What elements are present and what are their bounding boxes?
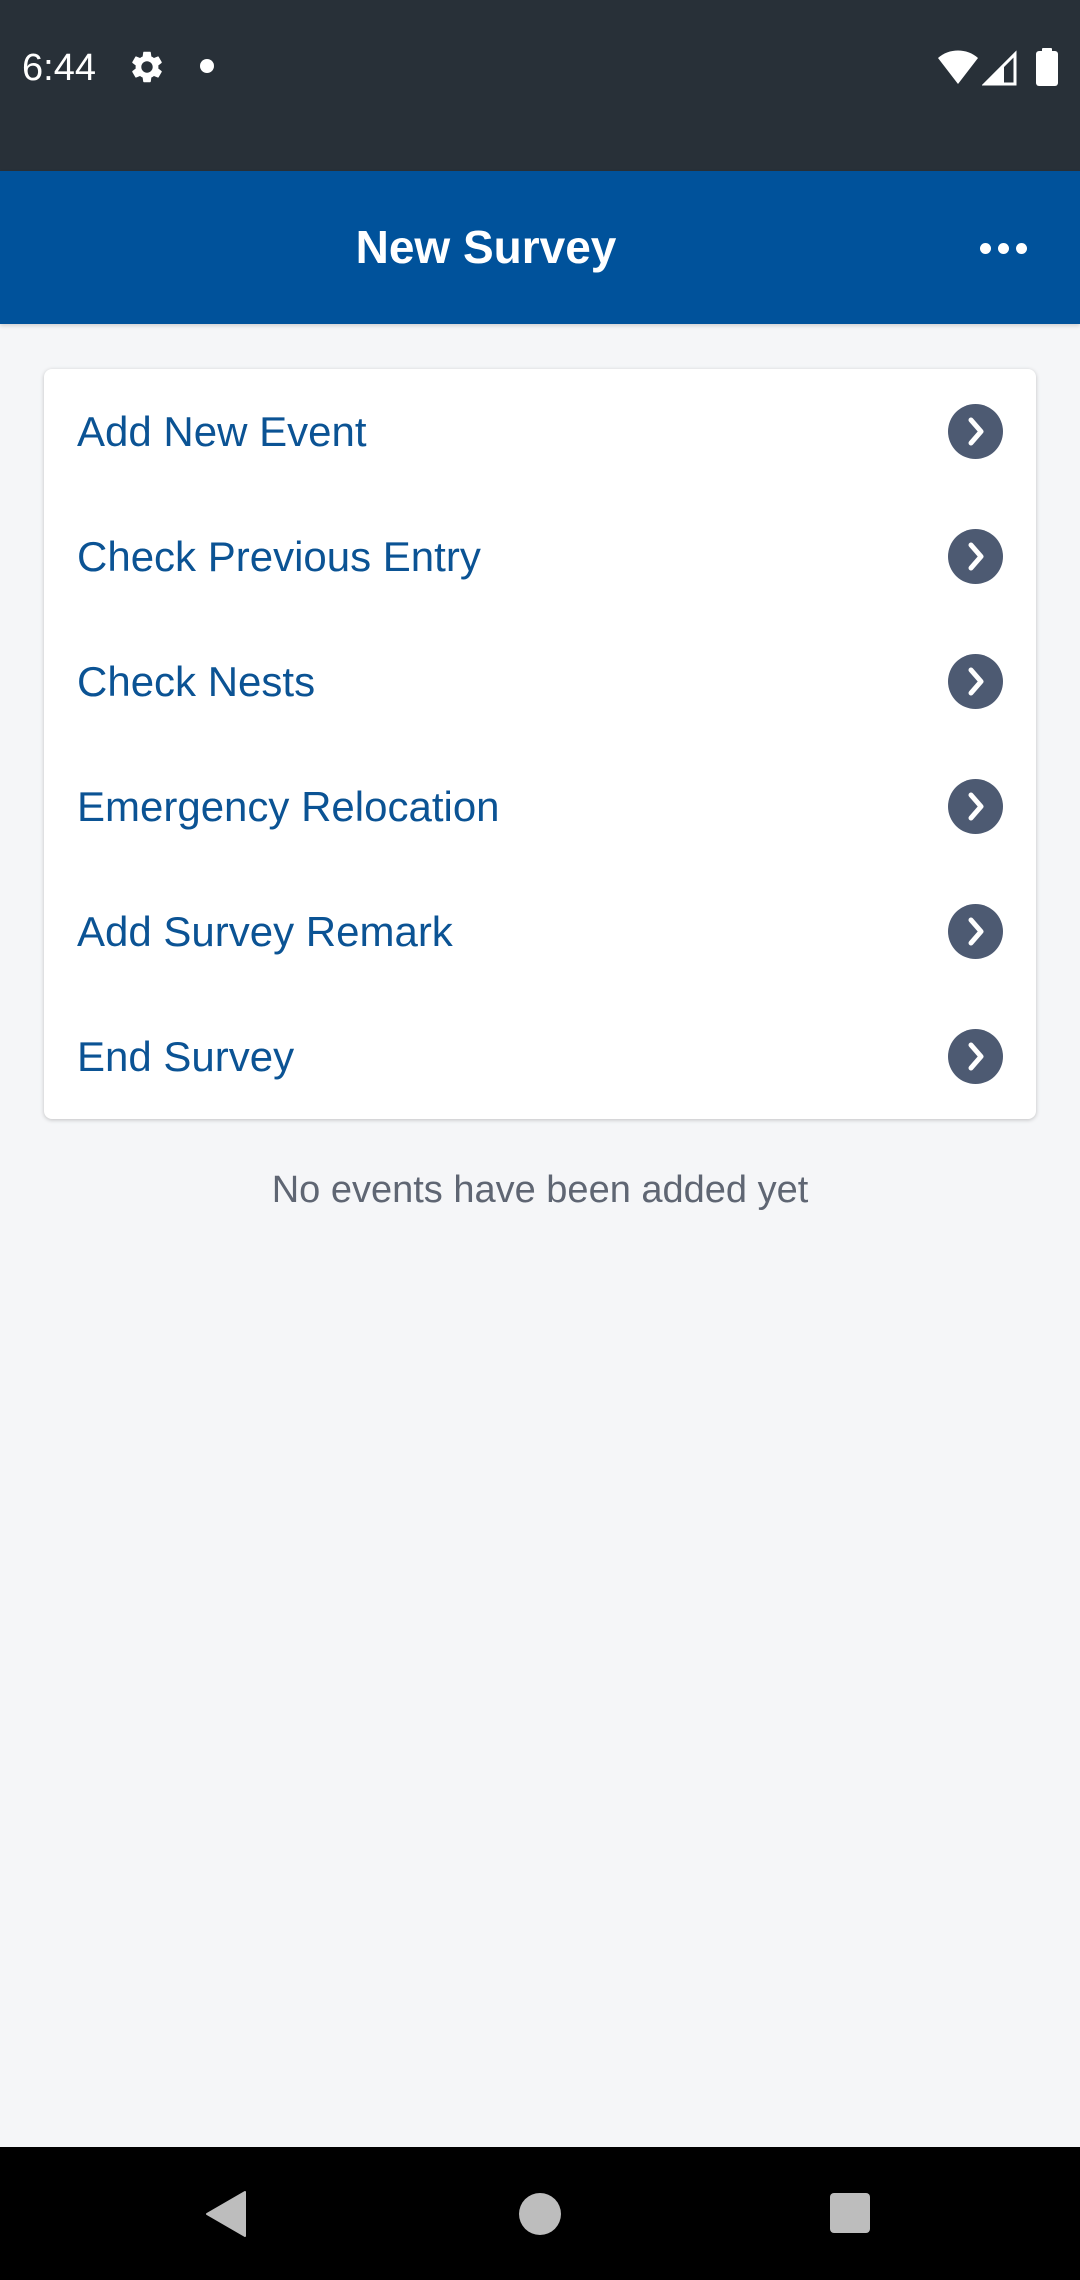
menu-item-add-new-event[interactable]: Add New Event bbox=[44, 369, 1036, 494]
back-icon[interactable] bbox=[205, 2190, 247, 2238]
menu-item-emergency-relocation[interactable]: Emergency Relocation bbox=[44, 744, 1036, 869]
chevron-right-icon bbox=[948, 904, 1003, 959]
chevron-right-icon bbox=[948, 1029, 1003, 1084]
empty-events-message: No events have been added yet bbox=[271, 1169, 809, 1211]
chevron-right-icon bbox=[948, 404, 1003, 459]
chevron-right-icon bbox=[948, 654, 1003, 709]
menu-item-check-previous-entry[interactable]: Check Previous Entry bbox=[44, 494, 1036, 619]
more-horizontal-icon-dot bbox=[1015, 242, 1027, 254]
status-time: 6:44 bbox=[22, 47, 96, 89]
menu-item-check-nests[interactable]: Check Nests bbox=[44, 619, 1036, 744]
menu-item-label: Check Nests bbox=[77, 658, 316, 705]
menu-item-end-survey[interactable]: End Survey bbox=[44, 994, 1036, 1119]
system-nav-bar bbox=[0, 2147, 1080, 2280]
app-header: New Survey bbox=[0, 171, 1080, 324]
more-options-button[interactable] bbox=[962, 207, 1044, 289]
menu-item-label: Add Survey Remark bbox=[77, 908, 453, 955]
chevron-right-icon bbox=[948, 779, 1003, 834]
cell-signal-icon bbox=[982, 50, 1017, 86]
status-bar: 6:44 bbox=[0, 0, 1080, 171]
notification-dot-icon bbox=[200, 59, 214, 73]
page-title: New Survey bbox=[355, 221, 617, 273]
menu-item-label: Check Previous Entry bbox=[77, 533, 481, 580]
menu-item-add-survey-remark[interactable]: Add Survey Remark bbox=[44, 869, 1036, 994]
survey-actions-card: Add New Event Check Previous Entry Check… bbox=[44, 369, 1036, 1119]
more-horizontal-icon bbox=[979, 242, 991, 254]
menu-item-label: End Survey bbox=[77, 1033, 295, 1080]
menu-item-label: Emergency Relocation bbox=[77, 783, 500, 830]
menu-item-label: Add New Event bbox=[77, 408, 367, 455]
home-icon[interactable] bbox=[519, 2193, 561, 2235]
more-horizontal-icon-dot bbox=[997, 242, 1009, 254]
chevron-right-icon bbox=[948, 529, 1003, 584]
settings-icon bbox=[132, 51, 162, 83]
wifi-icon bbox=[938, 50, 978, 84]
recents-icon[interactable] bbox=[830, 2193, 870, 2233]
battery-icon bbox=[1036, 48, 1058, 86]
